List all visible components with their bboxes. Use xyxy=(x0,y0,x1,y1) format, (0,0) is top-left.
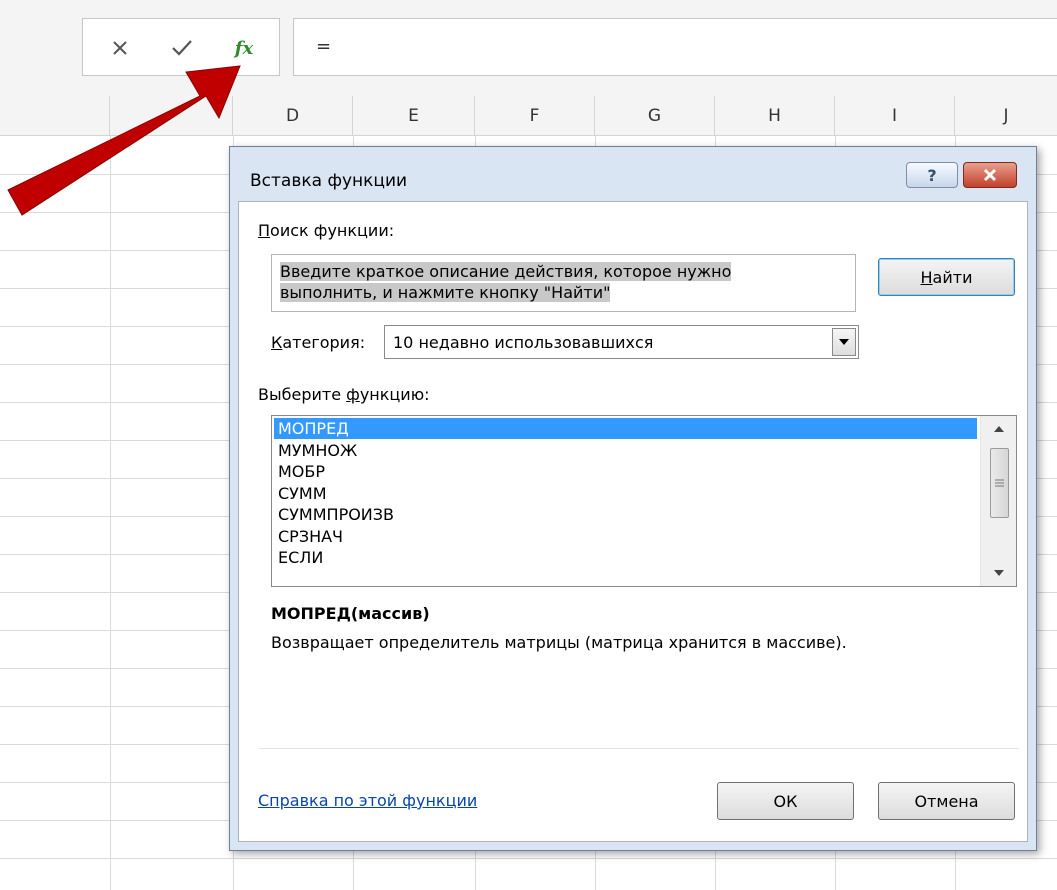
question-icon: ? xyxy=(927,165,937,185)
column-header-j[interactable]: J xyxy=(955,96,1057,136)
close-icon xyxy=(983,168,997,182)
function-list-item[interactable]: МОБР xyxy=(274,461,977,482)
grip-icon xyxy=(995,479,1004,487)
search-label-text: оиск функции: xyxy=(270,221,395,240)
formula-value: = xyxy=(316,36,332,57)
function-list[interactable]: МОПРЕД МУМНОЖ МОБР СУММ СУММПРОИЗВ СРЗНАЧ ЕСЛИ xyxy=(271,415,1017,587)
select-function-label: Выберите функцию: xyxy=(258,385,430,404)
red-arrow-annotation xyxy=(7,65,241,216)
cancel-button-label: Отмена xyxy=(914,791,979,811)
category-value: 10 недавно использовавшихся xyxy=(393,333,654,352)
chevron-up-icon xyxy=(994,426,1004,432)
function-list-item[interactable]: МУМНОЖ xyxy=(274,440,977,461)
ok-button[interactable]: ОК xyxy=(717,782,854,820)
formula-input[interactable]: = xyxy=(293,18,1057,76)
close-button[interactable] xyxy=(963,162,1017,188)
list-scrollbar[interactable] xyxy=(980,416,1016,586)
search-text-line2: выполнить, и нажмите кнопку "Найти" xyxy=(280,283,611,302)
column-header-i[interactable]: I xyxy=(835,96,955,136)
ok-button-label: ОК xyxy=(773,791,798,811)
column-header-f[interactable]: F xyxy=(475,96,595,136)
function-list-item[interactable]: ЕСЛИ xyxy=(274,547,977,568)
category-dropdown-button[interactable] xyxy=(832,328,856,356)
function-list-item[interactable]: СУММПРОИЗВ xyxy=(274,504,977,525)
dialog-title: Вставка функции xyxy=(250,171,408,191)
function-list-item[interactable]: МОПРЕД xyxy=(274,418,977,439)
scroll-up-button[interactable] xyxy=(981,418,1016,440)
chevron-down-icon xyxy=(839,339,849,345)
function-description: Возвращает определитель матрицы (матрица… xyxy=(271,633,847,652)
category-select[interactable]: 10 недавно использовавшихся xyxy=(384,325,859,359)
find-button[interactable]: Найти xyxy=(878,258,1015,296)
search-input[interactable]: Введите краткое описание действия, котор… xyxy=(271,254,856,312)
function-list-item[interactable]: СРЗНАЧ xyxy=(274,526,977,547)
cancel-button[interactable]: Отмена xyxy=(878,782,1015,820)
column-header-e[interactable]: E xyxy=(353,96,475,136)
scroll-down-button[interactable] xyxy=(981,562,1016,584)
search-label: Поиск функции: xyxy=(258,221,395,240)
function-signature: МОПРЕД(массив) xyxy=(271,604,430,623)
search-text-line1: Введите краткое описание действия, котор… xyxy=(280,262,732,281)
column-header-h[interactable]: H xyxy=(715,96,835,136)
function-list-item[interactable]: СУММ xyxy=(274,483,977,504)
help-button[interactable]: ? xyxy=(906,162,958,188)
dialog-body: Поиск функции: Введите краткое описание … xyxy=(238,201,1028,842)
category-label: Категория: xyxy=(271,333,366,352)
column-header-g[interactable]: G xyxy=(595,96,715,136)
find-button-label: Найти xyxy=(920,267,973,287)
insert-function-dialog: Вставка функции ? Поиск функции: Введите… xyxy=(229,146,1037,851)
divider xyxy=(259,748,1019,749)
help-link[interactable]: Справка по этой функции xyxy=(258,791,477,810)
grid-row-line xyxy=(0,858,1057,859)
search-text: Введите краткое описание действия, котор… xyxy=(280,261,732,303)
chevron-down-icon xyxy=(994,570,1004,576)
scroll-thumb[interactable] xyxy=(990,448,1009,518)
